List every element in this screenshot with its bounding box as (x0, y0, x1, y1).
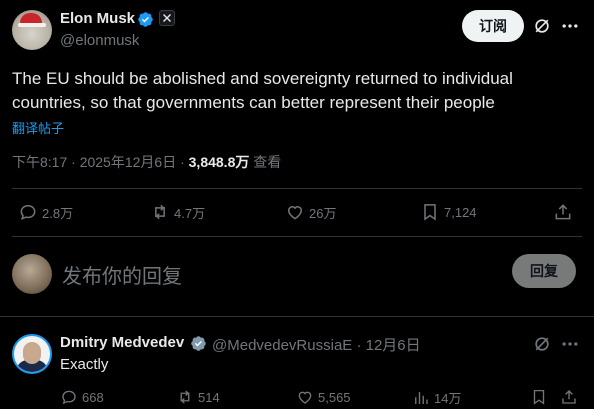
reply-author-avatar[interactable] (12, 334, 52, 374)
current-user-avatar[interactable] (12, 254, 52, 294)
author-name[interactable]: Elon Musk (60, 10, 135, 27)
grok-icon[interactable] (532, 334, 552, 354)
repost-count: 4.7万 (174, 205, 206, 221)
translate-post-link[interactable]: 翻译帖子 (12, 118, 64, 137)
share-action[interactable] (553, 202, 573, 222)
share-icon (562, 390, 576, 404)
reply-reply-action[interactable]: 668 (60, 388, 104, 406)
views-count: 3,848.8万 (188, 154, 250, 170)
reply-repost-action[interactable]: 514 (176, 388, 220, 406)
post-timestamp[interactable]: 下午8:17 · 2025年12月6日 · (12, 154, 189, 170)
reply-views-count: 14万 (434, 391, 462, 406)
repost-icon (180, 390, 190, 404)
bookmark-icon (424, 204, 436, 221)
more-icon[interactable] (560, 16, 580, 36)
post-text: The EU should be abolished and sovereign… (12, 69, 513, 112)
views-icon (415, 391, 428, 404)
avatar-face-graphic (23, 342, 41, 364)
verified-badge-icon (138, 12, 153, 27)
reply-author-handle[interactable]: @MedvedevRussiaE · 12月6日 (212, 334, 421, 355)
reply-button[interactable]: 回复 (512, 254, 576, 288)
bookmark-action[interactable]: 7,124 (420, 202, 477, 222)
divider (12, 188, 582, 189)
reply-bookmark-action[interactable] (530, 388, 548, 406)
author-avatar[interactable] (12, 10, 52, 50)
grok-icon[interactable] (532, 16, 552, 36)
more-icon[interactable] (560, 334, 580, 354)
like-action[interactable]: 26万 (285, 202, 336, 222)
bookmark-icon (533, 389, 545, 405)
reply-share-action[interactable] (560, 388, 578, 406)
share-icon (555, 204, 571, 220)
bookmark-count: 7,124 (444, 204, 477, 220)
reply-views-action[interactable]: 14万 (412, 388, 461, 407)
reply-like-count: 5,565 (318, 389, 351, 405)
divider (0, 316, 594, 317)
reply-reply-count: 668 (82, 389, 104, 405)
divider (12, 236, 582, 237)
like-icon (287, 206, 303, 220)
santa-hat-trim-graphic (18, 23, 46, 27)
reply-repost-count: 514 (198, 389, 220, 405)
views-label: 查看 (249, 154, 282, 170)
reply-icon (62, 390, 76, 405)
reply-like-action[interactable]: 5,565 (296, 388, 351, 406)
like-icon (298, 391, 312, 404)
repost-action[interactable]: 4.7万 (150, 202, 205, 222)
reply-author-name[interactable]: Dmitry Medvedev (60, 334, 184, 351)
like-count: 26万 (309, 205, 337, 221)
reply-text: Exactly (60, 356, 109, 373)
repost-icon (155, 204, 165, 220)
reply-action[interactable]: 2.8万 (18, 202, 73, 222)
verified-badge-icon (191, 336, 206, 351)
subscribe-button[interactable]: 订阅 (462, 10, 524, 42)
post-meta: 下午8:17 · 2025年12月6日 · 3,848.8万 查看 (12, 152, 281, 172)
x-affiliation-icon (159, 10, 175, 26)
reply-count: 2.8万 (42, 205, 74, 221)
author-handle[interactable]: @elonmusk (60, 32, 139, 49)
reply-input[interactable]: 发布你的回复 (62, 260, 182, 289)
reply-icon (20, 204, 36, 220)
